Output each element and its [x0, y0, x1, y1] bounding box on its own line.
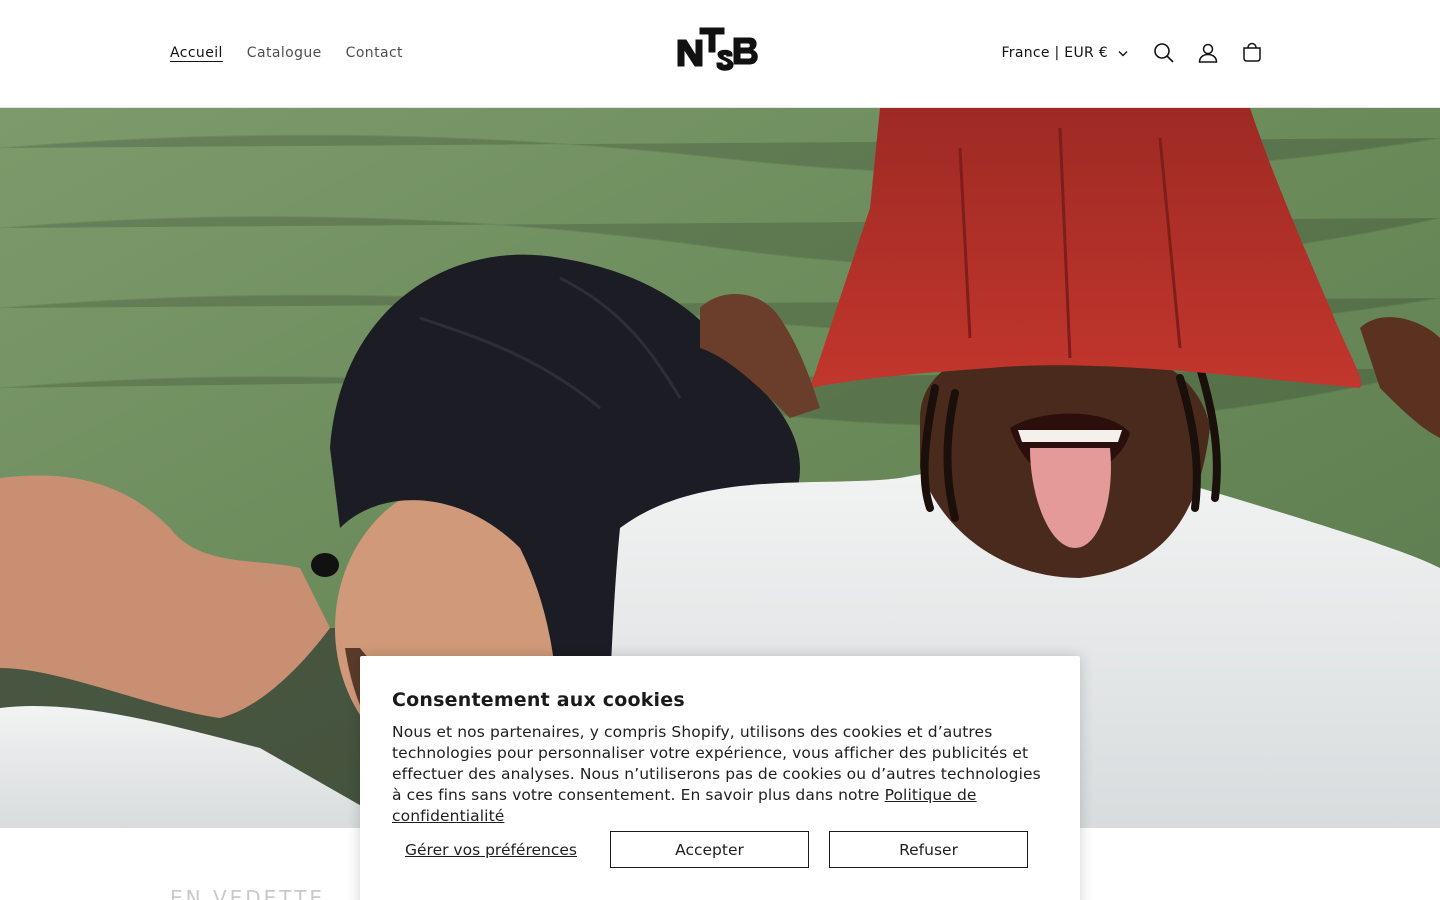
account-icon — [1198, 43, 1218, 63]
chevron-down-icon — [1118, 50, 1128, 56]
site-header: Accueil Catalogue Contact France | EUR € — [0, 0, 1440, 108]
cookie-actions: Gérer vos préférences Accepter Refuser — [392, 831, 1028, 868]
search-icon — [1154, 43, 1174, 63]
manage-preferences-link[interactable]: Gérer vos préférences — [392, 841, 590, 859]
main-nav: Accueil Catalogue Contact — [158, 41, 415, 65]
cart-icon — [1243, 42, 1261, 62]
nav-item-contact[interactable]: Contact — [334, 41, 415, 65]
cookie-title: Consentement aux cookies — [392, 689, 685, 711]
decline-button[interactable]: Refuser — [829, 831, 1028, 868]
accept-button[interactable]: Accepter — [610, 831, 809, 868]
locale-label: France | EUR € — [1001, 45, 1108, 61]
cookie-consent-banner: Consentement aux cookies Nous et nos par… — [360, 656, 1080, 900]
account-button[interactable] — [1186, 31, 1230, 75]
cookie-description: Nous et nos partenaires, y compris Shopi… — [392, 722, 1052, 827]
site-logo[interactable] — [672, 24, 768, 84]
ntsb-logo-icon — [677, 27, 758, 71]
nav-item-accueil[interactable]: Accueil — [158, 41, 235, 65]
search-button[interactable] — [1142, 31, 1186, 75]
cart-button[interactable] — [1230, 31, 1274, 75]
locale-selector[interactable]: France | EUR € — [993, 45, 1136, 61]
section-heading: EN VEDETTE — [170, 886, 326, 900]
nav-item-catalogue[interactable]: Catalogue — [235, 41, 334, 65]
header-actions: France | EUR € — [993, 30, 1274, 76]
